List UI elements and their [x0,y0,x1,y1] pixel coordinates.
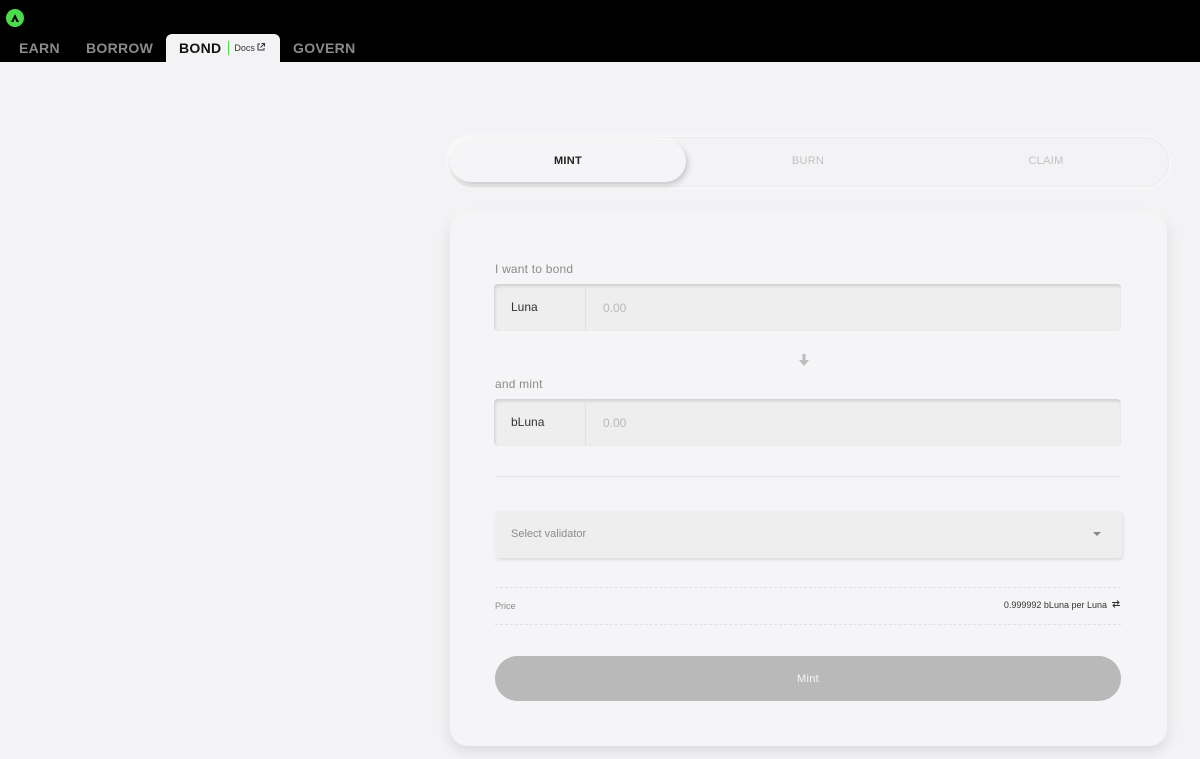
arrow-down-icon [799,354,809,372]
caret-down-icon [1093,532,1101,536]
nav-tab-govern[interactable]: GOVERN [293,34,355,62]
price-value: 0.999992 bLuna per Luna [1004,600,1121,610]
price-row: Price 0.999992 bLuna per Luna [495,587,1121,625]
anchor-logo-icon[interactable] [6,9,24,27]
mint-button[interactable]: Mint [495,656,1121,701]
nav-tab-bond-label: BOND [179,40,222,56]
nav-tab-bond[interactable]: BOND Docs [166,34,280,62]
tab-mint[interactable]: MINT [450,140,686,182]
mint-amount-label: and mint [495,377,543,391]
swap-icon[interactable] [1111,600,1121,610]
nav-tab-earn[interactable]: EARN [19,34,60,62]
mint-amount-input[interactable] [587,399,1121,446]
bond-amount-input[interactable] [587,284,1121,331]
validator-select-placeholder: Select validator [511,528,587,540]
bond-amount-label: I want to bond [495,262,574,276]
docs-link-label: Docs [234,43,255,53]
price-label: Price [495,601,516,611]
bond-amount-field: Luna [494,284,1121,331]
external-link-icon [257,34,265,62]
tab-burn[interactable]: BURN [690,140,926,182]
tab-claim[interactable]: CLAIM [928,140,1164,182]
validator-select[interactable]: Select validator [495,511,1122,558]
divider [495,476,1121,477]
bond-token-label: Luna [494,284,586,331]
mint-token-label: bLuna [494,399,586,446]
bond-action-tabs: MINT BURN CLAIM [448,137,1169,187]
price-value-text: 0.999992 bLuna per Luna [1003,600,1107,610]
mint-form-card: I want to bond Luna and mint bLuna Selec… [450,214,1167,746]
mint-amount-field: bLuna [494,399,1121,446]
top-header: EARN BORROW BOND Docs GOVERN [0,0,1200,62]
docs-link[interactable]: Docs [228,41,265,55]
nav-tab-borrow[interactable]: BORROW [86,34,153,62]
